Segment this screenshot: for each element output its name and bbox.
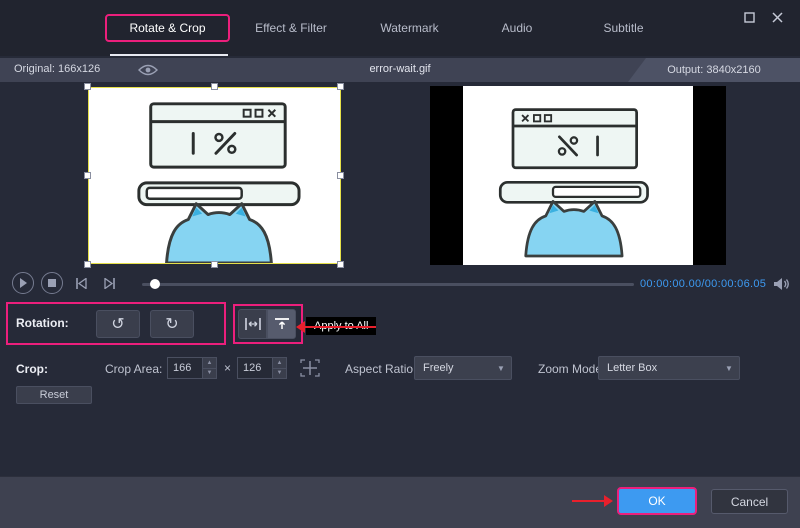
tab-rotate-crop[interactable]: Rotate & Crop (105, 14, 230, 42)
cancel-button[interactable]: Cancel (711, 489, 788, 514)
rotate-left-button[interactable]: ↺ (96, 310, 140, 338)
previous-frame-icon (75, 278, 87, 289)
tab-bar: Rotate & Crop Effect & Filter Watermark … (0, 0, 800, 56)
zoom-mode-value: Letter Box (599, 362, 719, 374)
next-frame-button[interactable] (99, 272, 121, 294)
output-preview (430, 86, 726, 265)
aspect-ratio-select[interactable]: Freely ▼ (414, 356, 512, 380)
play-icon (19, 278, 27, 288)
tab-label: Rotate & Crop (129, 21, 205, 35)
rotate-left-icon: ↺ (111, 314, 124, 334)
timeline-thumb[interactable] (150, 279, 160, 289)
crop-handle[interactable] (337, 261, 344, 268)
rotate-crop-dialog: Rotate & Crop Effect & Filter Watermark … (0, 0, 800, 528)
tab-strip: Rotate & Crop Effect & Filter Watermark … (105, 13, 680, 43)
crop-width-steppers: ▲ ▼ (202, 358, 216, 378)
tab-label: Effect & Filter (255, 21, 327, 35)
zoom-mode-label: Zoom Mode: (538, 362, 605, 376)
rotation-label: Rotation: (16, 316, 69, 330)
volume-button[interactable] (771, 275, 793, 293)
annotation-arrow-head (296, 321, 305, 333)
info-bar: Original: 166x126 error-wait.gif Output:… (0, 58, 800, 82)
stop-button[interactable] (41, 272, 63, 294)
multiply-sign: × (224, 361, 231, 375)
apply-to-all-button[interactable]: Apply to All (306, 317, 376, 335)
center-crop-button[interactable] (296, 356, 324, 380)
crop-height-steppers: ▲ ▼ (272, 358, 286, 378)
tab-audio[interactable]: Audio (467, 14, 567, 42)
flip-vertical-icon (274, 317, 290, 331)
rotate-right-icon: ↻ (165, 314, 178, 334)
tab-label: Audio (502, 21, 533, 35)
stepper-up-icon[interactable]: ▲ (202, 358, 216, 369)
tab-label: Watermark (380, 21, 438, 35)
crop-height-field: ▲ ▼ (237, 357, 287, 379)
flip-horizontal-button[interactable] (238, 309, 267, 339)
stepper-down-icon[interactable]: ▼ (202, 369, 216, 379)
zoom-mode-select[interactable]: Letter Box ▼ (598, 356, 740, 380)
next-frame-icon (104, 278, 116, 289)
crop-handle[interactable] (84, 172, 91, 179)
rotate-right-button[interactable]: ↻ (150, 310, 194, 338)
stepper-down-icon[interactable]: ▼ (272, 369, 286, 379)
reset-button[interactable]: Reset (16, 386, 92, 404)
playback-controls (12, 272, 121, 294)
maximize-icon (744, 12, 755, 23)
crop-handle[interactable] (211, 261, 218, 268)
maximize-button[interactable] (740, 9, 758, 25)
cartoon-artwork (89, 88, 340, 263)
ok-button[interactable]: OK (617, 487, 697, 515)
crop-handle[interactable] (337, 83, 344, 90)
cartoon-artwork-flipped (463, 86, 693, 265)
crop-width-field: ▲ ▼ (167, 357, 217, 379)
tab-label: Subtitle (603, 21, 643, 35)
volume-icon (773, 277, 791, 291)
tab-effect-filter[interactable]: Effect & Filter (230, 14, 352, 42)
crop-label: Crop: (16, 362, 48, 376)
crop-handle[interactable] (337, 172, 344, 179)
previous-frame-button[interactable] (70, 272, 92, 294)
aspect-ratio-label: Aspect Ratio: (345, 362, 416, 376)
close-icon (772, 12, 783, 23)
original-preview[interactable] (88, 87, 341, 264)
play-button[interactable] (12, 272, 34, 294)
aspect-ratio-value: Freely (415, 362, 491, 374)
active-tab-underline (110, 54, 228, 56)
crop-width-input[interactable] (168, 358, 202, 378)
crop-handle[interactable] (211, 83, 218, 90)
crop-height-input[interactable] (238, 358, 272, 378)
tab-watermark[interactable]: Watermark (352, 14, 467, 42)
close-button[interactable] (768, 9, 786, 25)
flip-vertical-button[interactable] (267, 309, 296, 339)
crop-handle[interactable] (84, 261, 91, 268)
chevron-down-icon: ▼ (491, 357, 511, 379)
time-display: 00:00:00.00/00:00:06.05 (640, 278, 766, 290)
timeline-slider[interactable] (142, 283, 634, 286)
output-image (463, 86, 693, 265)
center-position-icon (300, 359, 320, 377)
chevron-down-icon: ▼ (719, 357, 739, 379)
stop-icon (48, 279, 56, 287)
crop-handle[interactable] (84, 83, 91, 90)
stepper-up-icon[interactable]: ▲ (272, 358, 286, 369)
tab-subtitle[interactable]: Subtitle (567, 14, 680, 42)
flip-horizontal-icon (245, 317, 261, 331)
crop-area-label: Crop Area: (105, 362, 162, 376)
output-size-label: Output: 3840x2160 (628, 58, 800, 82)
